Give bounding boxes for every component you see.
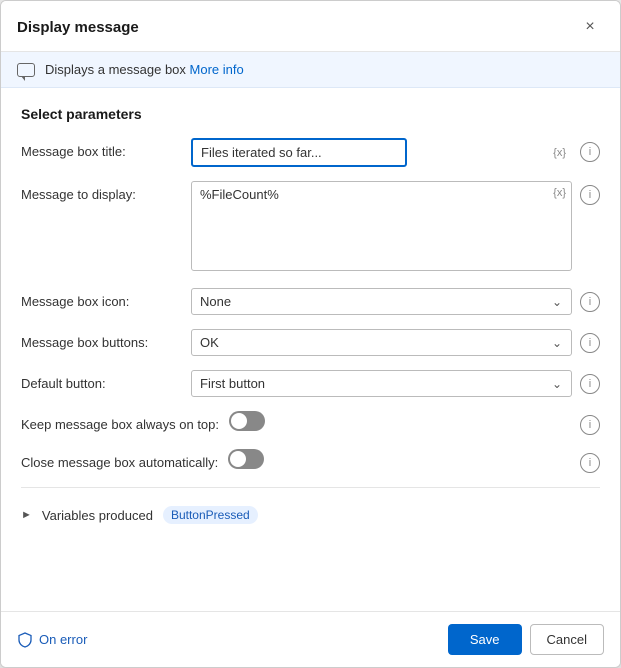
banner-text: Displays a message box More info [45,62,244,77]
cancel-button[interactable]: Cancel [530,624,604,655]
shield-icon [17,632,33,648]
form-content: Select parameters Message box title: {x}… [1,88,620,611]
close-automatically-toggle[interactable] [228,449,264,469]
default-button-row: Default button: First button Second butt… [21,370,600,397]
more-info-link[interactable]: More info [190,62,244,77]
close-automatically-toggle-knob [230,451,246,467]
message-box-icon-row: Message box icon: None Information Warni… [21,288,600,315]
close-automatically-label: Close message box automatically: [21,449,218,470]
close-automatically-row: Close message box automatically: i [21,449,600,473]
display-message-dialog: Display message × Displays a message box… [0,0,621,668]
variables-divider [21,487,600,488]
message-box-title-input[interactable] [191,138,407,167]
message-box-icon-info-icon[interactable]: i [580,292,600,312]
footer-actions: Save Cancel [448,624,604,655]
message-box-buttons-select[interactable]: OK OK - Cancel Yes - No Yes - No - Cance… [191,329,572,356]
message-box-title-label: Message box title: [21,138,181,159]
variables-chevron-icon: ► [21,509,32,521]
keep-on-top-row: Keep message box always on top: i [21,411,600,435]
save-button[interactable]: Save [448,624,522,655]
message-box-title-row: Message box title: {x} i [21,138,600,167]
dialog-title: Display message [17,19,139,36]
keep-on-top-toggle[interactable] [229,411,265,431]
message-box-buttons-info-icon[interactable]: i [580,333,600,353]
close-button[interactable]: × [576,13,604,41]
message-icon [17,63,35,77]
keep-on-top-label: Keep message box always on top: [21,411,219,432]
footer: On error Save Cancel [1,611,620,667]
default-button-label: Default button: [21,370,181,391]
variable-badge[interactable]: ButtonPressed [163,506,258,524]
default-button-select[interactable]: First button Second button Third button [191,370,572,397]
close-automatically-info-icon[interactable]: i [580,453,600,473]
on-error-label: On error [39,632,87,647]
default-button-info-icon[interactable]: i [580,374,600,394]
variables-label: Variables produced [42,508,153,523]
on-error-button[interactable]: On error [17,632,87,648]
message-to-display-row: Message to display: {x} i [21,181,600,274]
variables-row: ► Variables produced ButtonPressed [21,498,600,528]
title-input-badge: {x} [553,147,566,159]
message-to-display-info-icon[interactable]: i [580,185,600,205]
keep-on-top-info-icon[interactable]: i [580,415,600,435]
title-bar: Display message × [1,1,620,52]
message-box-title-info-icon[interactable]: i [580,142,600,162]
message-box-icon-label: Message box icon: [21,288,181,309]
message-box-icon-select[interactable]: None Information Warning Error [191,288,572,315]
message-to-display-input[interactable] [191,181,572,271]
keep-on-top-toggle-knob [231,413,247,429]
info-banner: Displays a message box More info [1,52,620,88]
section-title: Select parameters [21,106,600,122]
message-box-buttons-label: Message box buttons: [21,329,181,350]
message-to-display-label: Message to display: [21,181,181,202]
message-box-buttons-row: Message box buttons: OK OK - Cancel Yes … [21,329,600,356]
